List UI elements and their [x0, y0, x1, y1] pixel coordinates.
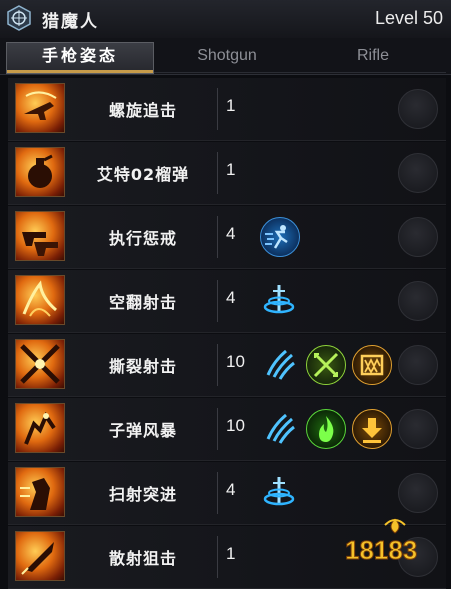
empty-slot[interactable] — [398, 217, 438, 257]
divider — [217, 216, 218, 258]
skill-name: 子弹风暴 — [108, 421, 177, 440]
skill-name: 空翻射击 — [108, 293, 177, 312]
skill-row[interactable]: 子弹风暴 10 — [8, 398, 446, 461]
divider — [217, 280, 218, 322]
spinning-pistol-icon — [15, 83, 65, 133]
divider — [217, 408, 218, 450]
snipe-bullet-icon — [15, 531, 65, 581]
skill-level: 1 — [226, 544, 236, 563]
class-name: 猎魔人 — [42, 12, 99, 32]
class-emblem-icon — [7, 5, 31, 31]
skill-level: 10 — [226, 416, 245, 435]
divider — [217, 472, 218, 514]
tab-pistol-stance[interactable]: 手枪姿态 — [6, 42, 154, 74]
empty-slot[interactable] — [398, 473, 438, 513]
rush-fire-icon — [15, 467, 65, 517]
skill-name: 螺旋追击 — [108, 101, 177, 120]
skill-name: 撕裂射击 — [108, 357, 177, 376]
skill-level: 1 — [226, 160, 236, 179]
skill-row[interactable]: 螺旋追击 1 — [8, 78, 446, 141]
beast-maw-icon[interactable] — [352, 345, 392, 385]
crossed-arrows-icon[interactable] — [306, 345, 346, 385]
empty-slot[interactable] — [398, 281, 438, 321]
skill-level: 1 — [226, 96, 236, 115]
tab-shotgun[interactable]: Shotgun — [154, 42, 300, 73]
tab-rifle[interactable]: Rifle — [300, 42, 446, 73]
cross-shot-icon — [15, 339, 65, 389]
divider — [217, 152, 218, 194]
whirl-sword-icon[interactable] — [260, 281, 298, 319]
character-level: Level 50 — [374, 8, 443, 28]
empty-slot[interactable] — [398, 409, 438, 449]
stance-tabs: 手枪姿态 Shotgun Rifle — [0, 38, 451, 75]
title-bar: 猎魔人 Level 50 — [0, 0, 451, 39]
grenade-icon — [15, 147, 65, 197]
skill-row[interactable]: 执行惩戒 4 — [8, 206, 446, 269]
claw-slash-icon[interactable] — [260, 409, 298, 447]
dash-speed-icon[interactable] — [260, 217, 300, 257]
skill-level: 10 — [226, 352, 245, 371]
skill-level: 4 — [226, 288, 236, 307]
flip-shot-icon — [15, 275, 65, 325]
down-arrow-icon[interactable] — [352, 409, 392, 449]
watermark-text: 18183 — [344, 535, 418, 566]
empty-slot[interactable] — [398, 153, 438, 193]
skill-name: 扫射突进 — [108, 485, 177, 504]
skill-name: 散射狙击 — [108, 549, 177, 568]
divider — [217, 88, 218, 130]
skill-level: 4 — [226, 480, 236, 499]
flame-icon[interactable] — [306, 409, 346, 449]
site-watermark-logo: 18183 — [344, 515, 445, 575]
whirl-sword-icon[interactable] — [260, 473, 298, 511]
skill-name: 艾特02榴弹 — [96, 165, 190, 184]
dual-pistol-icon — [15, 211, 65, 261]
empty-slot[interactable] — [398, 345, 438, 385]
skill-name: 执行惩戒 — [108, 229, 177, 248]
claw-slash-icon[interactable] — [260, 345, 298, 383]
skill-row[interactable]: 空翻射击 4 — [8, 270, 446, 333]
skill-row[interactable]: 撕裂射击 10 — [8, 334, 446, 397]
divider — [217, 536, 218, 578]
empty-slot[interactable] — [398, 89, 438, 129]
divider — [217, 344, 218, 386]
bullet-storm-icon — [15, 403, 65, 453]
skill-row[interactable]: 艾特02榴弹 1 — [8, 142, 446, 205]
skill-level: 4 — [226, 224, 236, 243]
